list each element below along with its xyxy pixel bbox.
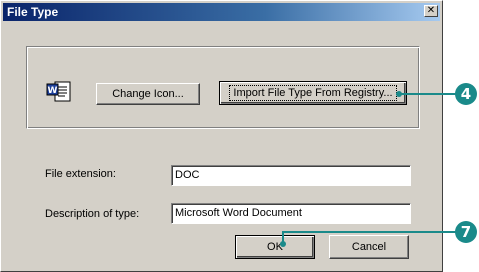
title-bar[interactable]: File Type ✕ [3,3,440,21]
change-icon-button[interactable]: Change Icon... [96,83,200,105]
file-extension-label: File extension: [45,168,116,180]
description-field[interactable]: Microsoft Word Document [171,203,411,224]
dialog-title: File Type [7,5,59,19]
callout-7-vertical-line [282,232,284,244]
callout-4-line [399,93,457,95]
description-value: Microsoft Word Document [175,207,302,219]
callout-4-number: 4 [460,85,472,103]
cancel-label: Cancel [351,241,387,253]
description-label: Description of type: [45,208,140,220]
change-icon-label: Change Icon... [112,88,184,100]
callout-4-badge: 4 [455,83,477,105]
close-icon: ✕ [426,5,436,16]
svg-text:W: W [48,86,58,96]
callout-7-badge: 7 [455,221,477,243]
import-file-type-label: Import File Type From Registry... [229,85,397,101]
ok-button[interactable]: OK [235,235,315,259]
close-button[interactable]: ✕ [424,5,438,17]
import-file-type-button[interactable]: Import File Type From Registry... [219,81,407,105]
file-extension-field[interactable]: DOC [171,165,411,186]
file-extension-value: DOC [175,169,200,181]
callout-7-line [282,231,457,233]
callout-7-number: 7 [460,223,472,241]
cancel-button[interactable]: Cancel [329,235,409,259]
word-document-icon: W [46,81,71,102]
